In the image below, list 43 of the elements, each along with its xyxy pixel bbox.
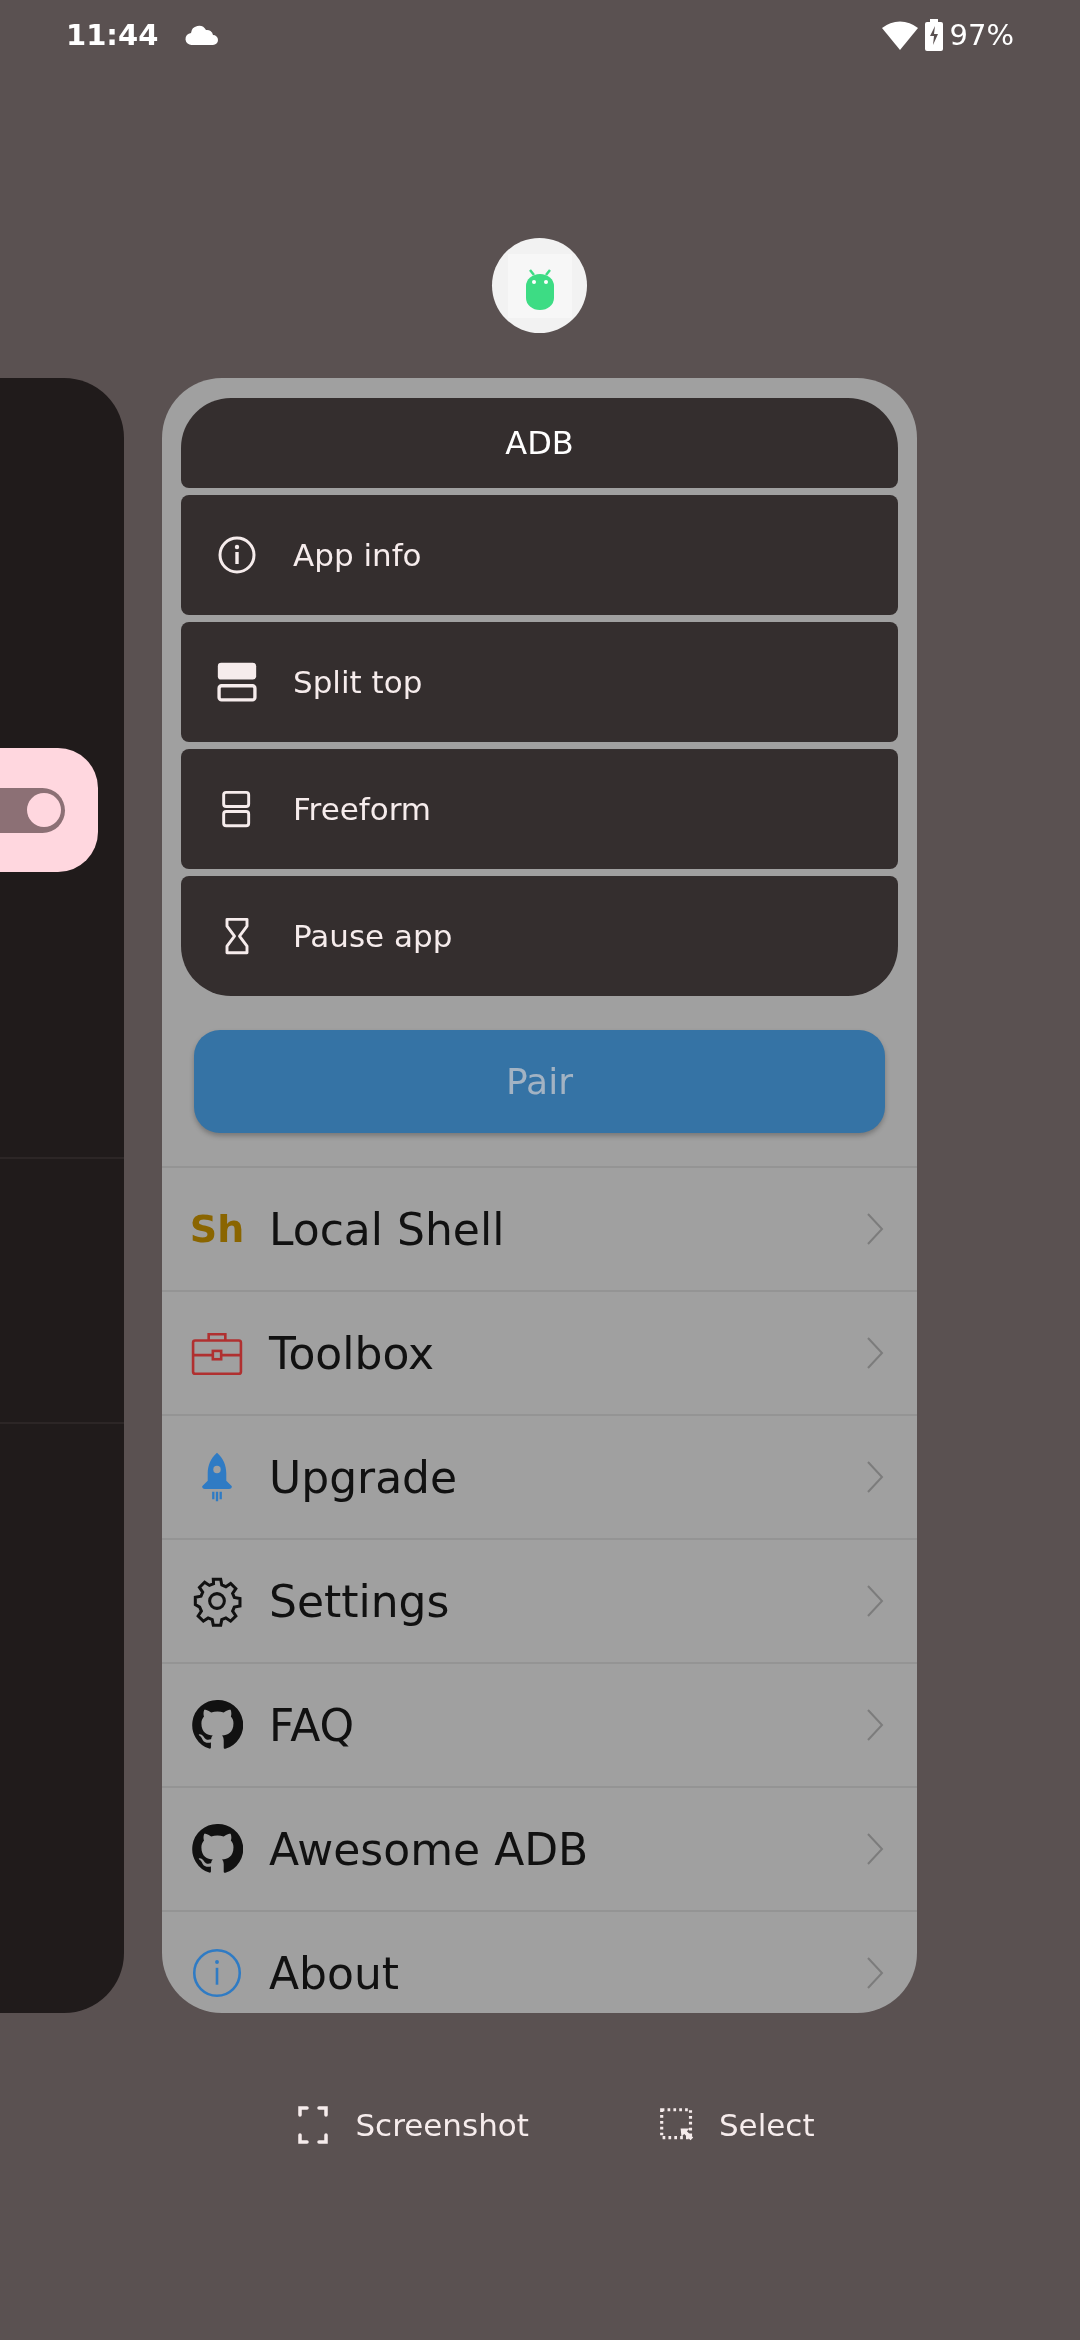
chevron-icon bbox=[865, 1459, 885, 1495]
clock: 11:44 bbox=[66, 18, 159, 52]
info-icon bbox=[191, 1947, 243, 1999]
app-card[interactable]: Pair Sh Local Shell Toolbox Upgrade Settings FAQ Awesome ADB About ADB App info Split top Freeform Pause app bbox=[162, 378, 917, 2013]
menu-item[interactable]: App info bbox=[181, 495, 898, 615]
row-label: Settings bbox=[269, 1575, 451, 1627]
app-card[interactable] bbox=[0, 378, 124, 2013]
row-label: FAQ bbox=[269, 1699, 356, 1751]
menu-item[interactable]: Split top bbox=[181, 622, 898, 742]
chevron-icon bbox=[865, 1707, 885, 1743]
split-top-icon bbox=[217, 662, 257, 702]
menu-row[interactable]: Toolbox bbox=[162, 1292, 917, 1416]
row-label: About bbox=[269, 1947, 401, 1999]
wifi-icon bbox=[881, 20, 918, 50]
toggle-switch[interactable] bbox=[0, 787, 65, 833]
menu-row[interactable]: About bbox=[162, 1912, 917, 2013]
chevron-icon bbox=[865, 1211, 885, 1247]
screenshot-button[interactable]: Screenshot bbox=[295, 2105, 529, 2145]
info-icon bbox=[217, 535, 257, 575]
menu-item[interactable]: Pause app bbox=[181, 876, 898, 996]
cloud-icon bbox=[184, 24, 219, 46]
select-button[interactable]: Select bbox=[658, 2105, 815, 2145]
menu-title: ADB bbox=[181, 398, 898, 488]
github-icon bbox=[191, 1823, 243, 1875]
battery-percentage: 97% bbox=[949, 18, 1014, 52]
menu-row[interactable]: Settings bbox=[162, 1540, 917, 1664]
battery-charging-icon bbox=[923, 19, 944, 51]
menu-row[interactable]: Upgrade bbox=[162, 1416, 917, 1540]
chevron-icon bbox=[865, 1335, 885, 1371]
chevron-icon bbox=[865, 1583, 885, 1619]
gear-icon bbox=[191, 1575, 243, 1627]
shell-icon: Sh bbox=[189, 1207, 245, 1251]
chevron-icon bbox=[865, 1831, 885, 1867]
github-icon bbox=[191, 1699, 243, 1751]
menu-row[interactable]: Awesome ADB bbox=[162, 1788, 917, 1912]
menu-row[interactable]: FAQ bbox=[162, 1664, 917, 1788]
menu-item[interactable]: Freeform bbox=[181, 749, 898, 869]
row-label: Upgrade bbox=[269, 1451, 459, 1503]
menu-row[interactable]: Sh Local Shell bbox=[162, 1168, 917, 1292]
row-label: Local Shell bbox=[269, 1203, 506, 1255]
row-label: Toolbox bbox=[269, 1327, 435, 1379]
chevron-icon bbox=[865, 1955, 885, 1991]
row-label: Awesome ADB bbox=[269, 1823, 590, 1875]
